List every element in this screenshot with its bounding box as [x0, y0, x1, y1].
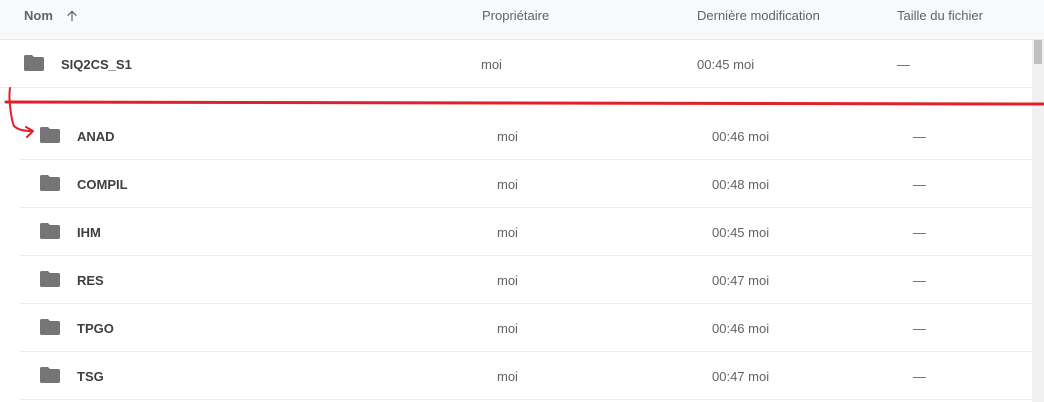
- folder-row[interactable]: RES moi 00:47 moi —: [20, 256, 1032, 304]
- owner-value: moi: [481, 57, 502, 72]
- owner-value: moi: [497, 369, 518, 384]
- folder-row[interactable]: TPGO moi 00:46 moi —: [20, 304, 1032, 352]
- folder-icon: [40, 127, 60, 143]
- folder-name: TSG: [77, 369, 104, 384]
- modified-column-label[interactable]: Dernière modification: [697, 8, 820, 23]
- folder-name: IHM: [77, 225, 101, 240]
- folder-icon: [40, 175, 60, 191]
- folder-name: RES: [77, 273, 104, 288]
- size-column-label[interactable]: Taille du fichier: [897, 8, 983, 23]
- owner-column-label[interactable]: Propriétaire: [482, 8, 549, 23]
- modified-value: 00:48 moi: [712, 177, 770, 192]
- folder-name: SIQ2CS_S1: [61, 57, 132, 72]
- folder-name: COMPIL: [77, 177, 128, 192]
- folder-icon: [40, 271, 60, 287]
- owner-value: moi: [497, 273, 518, 288]
- folder-row[interactable]: TSG moi 00:47 moi —: [20, 352, 1032, 400]
- arrow-up-icon[interactable]: [65, 9, 79, 23]
- modified-value: 00:46 moi: [712, 129, 770, 144]
- size-value: —: [897, 57, 910, 72]
- size-value: —: [913, 225, 926, 240]
- modified-value: 00:45 moi: [712, 225, 770, 240]
- folder-icon: [40, 223, 60, 239]
- folder-icon: [40, 319, 60, 335]
- folder-name: TPGO: [77, 321, 114, 336]
- owner-value: moi: [497, 321, 518, 336]
- scrollbar-track[interactable]: [1032, 40, 1044, 402]
- red-separator-line: [4, 100, 1044, 106]
- owner-value: moi: [497, 129, 518, 144]
- size-value: —: [913, 369, 926, 384]
- modified-value: 00:45 moi: [697, 57, 755, 72]
- folder-row[interactable]: IHM moi 00:45 moi —: [20, 208, 1032, 256]
- size-value: —: [913, 273, 926, 288]
- folder-icon: [24, 55, 44, 71]
- size-value: —: [913, 177, 926, 192]
- name-column-label: Nom: [24, 8, 53, 23]
- folder-row[interactable]: ANAD moi 00:46 moi —: [20, 112, 1032, 160]
- scrollbar-thumb[interactable]: [1034, 40, 1042, 64]
- size-value: —: [913, 129, 926, 144]
- modified-value: 00:47 moi: [712, 369, 770, 384]
- owner-value: moi: [497, 225, 518, 240]
- size-value: —: [913, 321, 926, 336]
- folder-row[interactable]: COMPIL moi 00:48 moi —: [20, 160, 1032, 208]
- folder-row-parent[interactable]: SIQ2CS_S1 moi 00:45 moi —: [0, 40, 1032, 88]
- folder-name: ANAD: [77, 129, 115, 144]
- modified-value: 00:46 moi: [712, 321, 770, 336]
- modified-value: 00:47 moi: [712, 273, 770, 288]
- owner-value: moi: [497, 177, 518, 192]
- column-header: Nom Propriétaire Dernière modification T…: [0, 0, 1044, 40]
- folder-icon: [40, 367, 60, 383]
- sort-by-name-button[interactable]: Nom: [24, 8, 79, 23]
